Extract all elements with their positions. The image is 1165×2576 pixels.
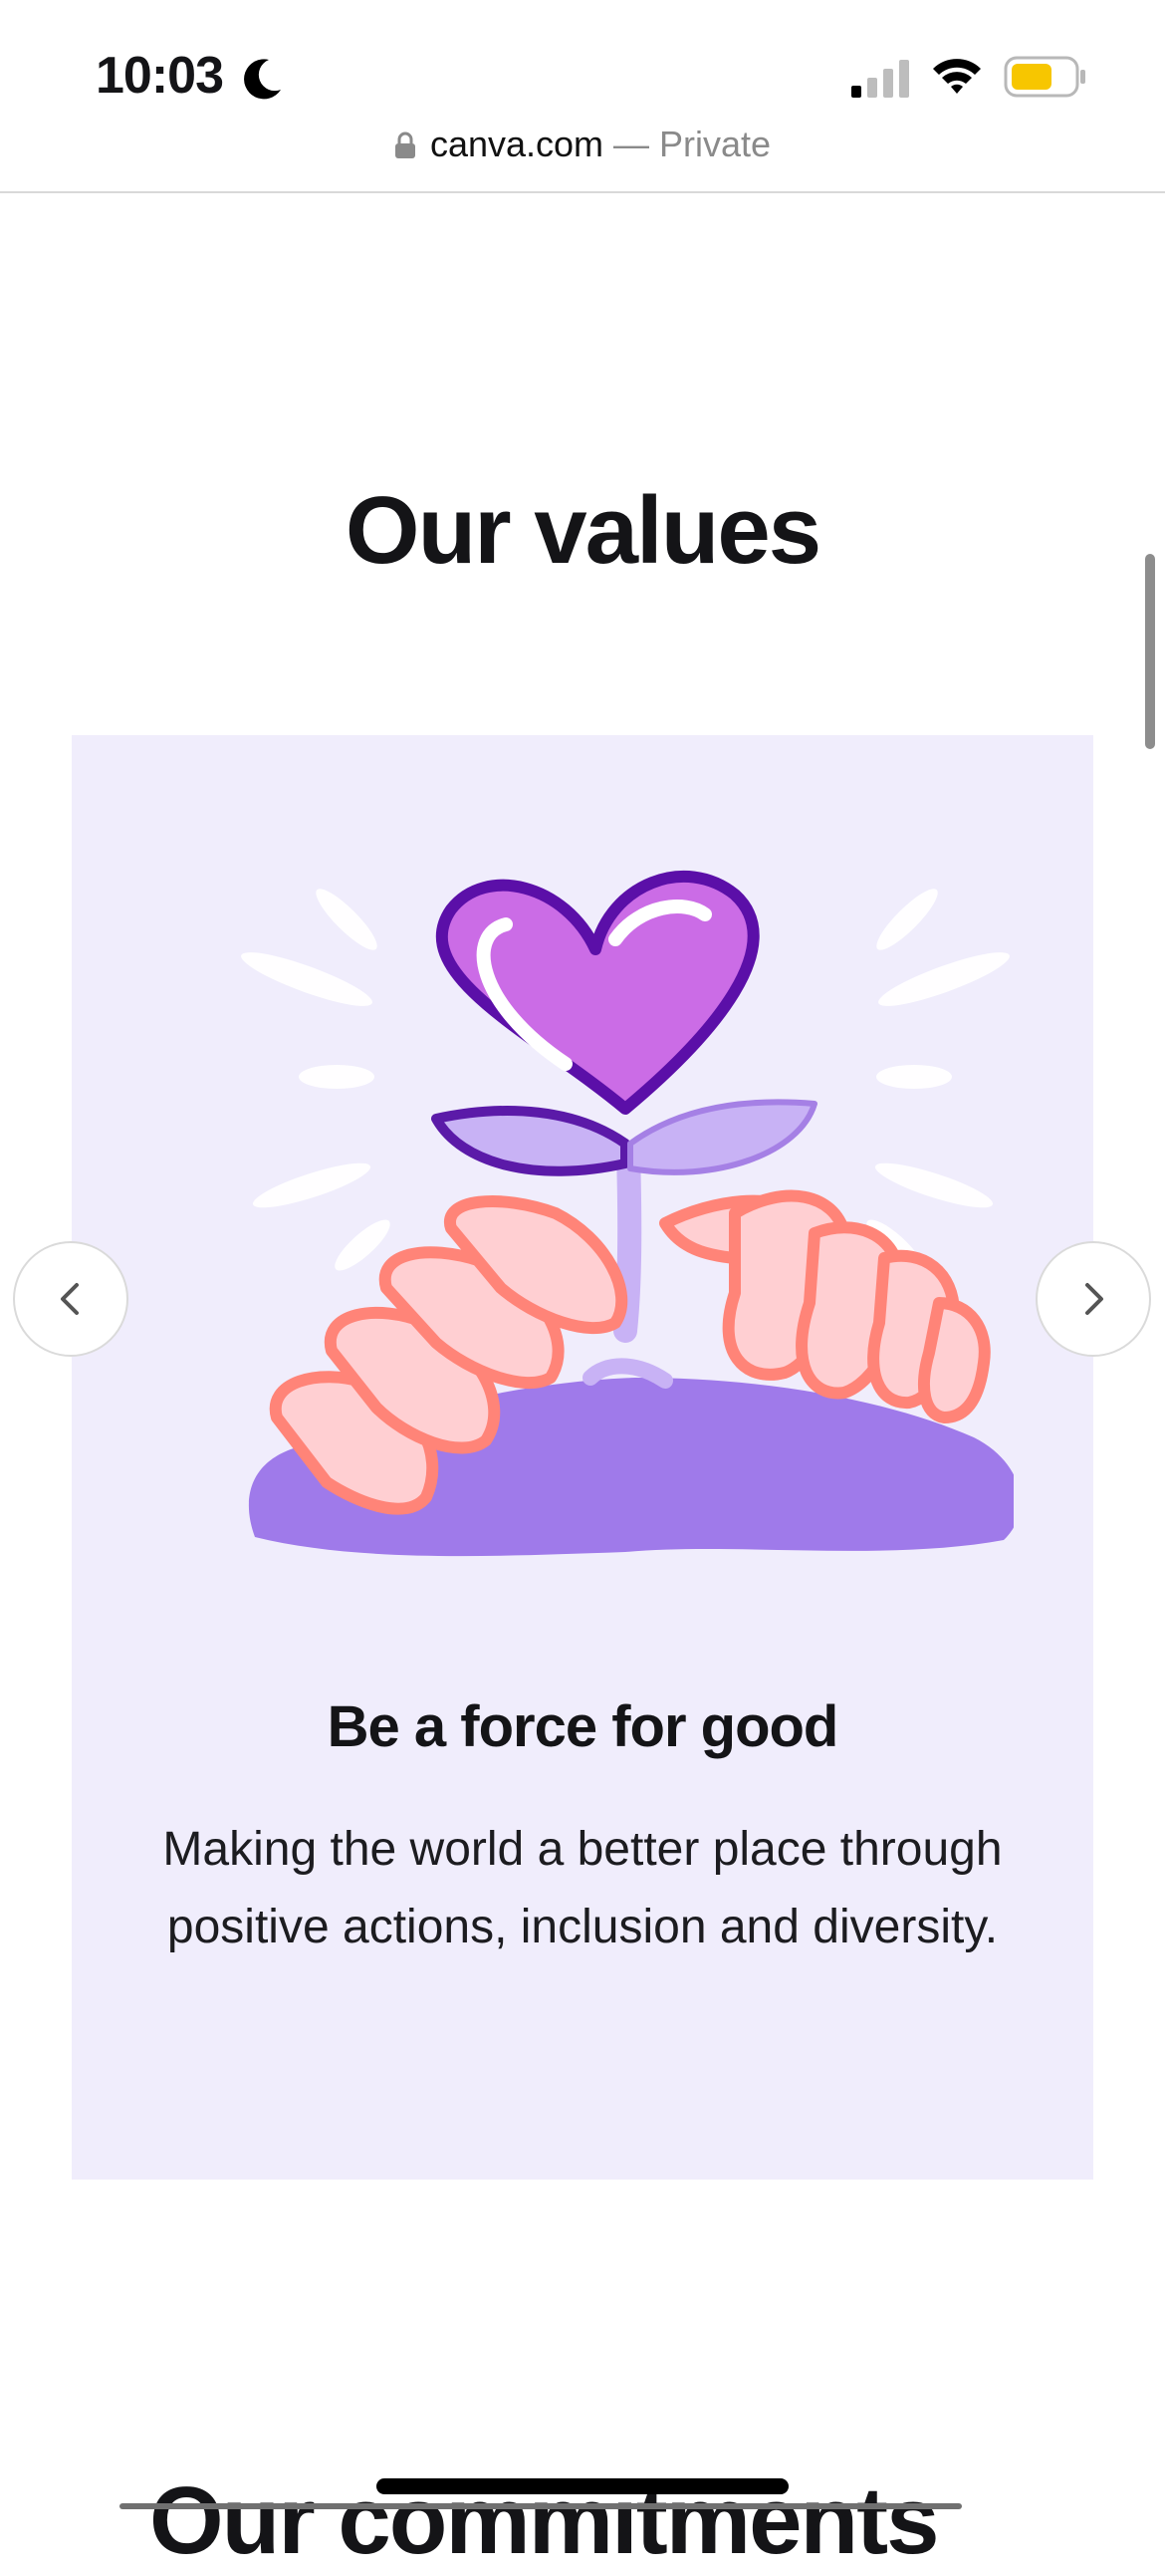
carousel-prev-button[interactable] xyxy=(13,1241,128,1357)
status-time: 10:03 xyxy=(96,47,224,105)
chevron-left-icon xyxy=(61,1283,79,1315)
scrollbar[interactable] xyxy=(1145,554,1155,749)
private-label: — Private xyxy=(603,124,772,164)
browser-toolbar-edge xyxy=(119,2503,962,2509)
status-bar: 10:03 xyxy=(0,0,1165,120)
cellular-signal-icon xyxy=(851,60,909,98)
url-bar[interactable]: canva.com — Private xyxy=(0,120,1165,193)
value-card: Be a force for good Making the world a b… xyxy=(72,735,1093,2180)
chevron-right-icon xyxy=(1085,1283,1103,1315)
card-description: Making the world a better place through … xyxy=(162,1823,1003,1953)
card-title: Be a force for good xyxy=(327,1694,839,1759)
lock-icon xyxy=(394,131,415,158)
url-domain: canva.com xyxy=(429,124,604,164)
moon-icon xyxy=(244,59,281,100)
home-indicator[interactable] xyxy=(376,2478,789,2494)
section-title: Our values xyxy=(345,477,821,584)
heart-plant-hands-illustration xyxy=(241,871,1014,1557)
battery-icon xyxy=(1004,56,1085,98)
carousel-next-button[interactable] xyxy=(1036,1241,1151,1357)
wifi-icon xyxy=(933,59,981,94)
